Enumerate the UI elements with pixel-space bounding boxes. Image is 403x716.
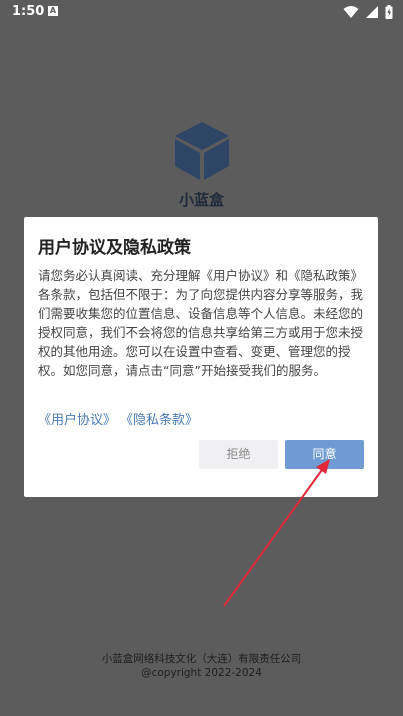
user-agreement-link[interactable]: 《用户协议》	[38, 409, 116, 428]
signal-icon	[366, 6, 378, 18]
notification-icon: A	[48, 6, 58, 16]
app-logo-icon	[175, 122, 229, 180]
dialog-links: 《用户协议》 《隐私条款》	[38, 409, 198, 428]
status-icons	[343, 4, 393, 20]
wifi-icon	[343, 6, 359, 18]
status-bar: 1:50 A	[0, 0, 403, 24]
app-name: 小蓝盒	[178, 191, 224, 209]
status-time: 1:50	[12, 4, 45, 19]
dialog-title: 用户协议及隐私政策	[38, 238, 191, 258]
company-name: 小蓝盒网络科技文化（大连）有限责任公司	[101, 653, 302, 665]
footer: 小蓝盒网络科技文化（大连）有限责任公司 @copyright 2022-2024	[0, 652, 403, 680]
privacy-policy-link[interactable]: 《隐私条款》	[120, 409, 198, 428]
red-arrow-annotation	[223, 459, 330, 607]
copyright-text: @copyright 2022-2024	[141, 667, 262, 679]
battery-icon	[385, 5, 393, 19]
dialog-body: 请您务必认真阅读、充分理解《用户协议》和《隐私政策》各条款，包括但不限于：为了向…	[38, 268, 364, 378]
